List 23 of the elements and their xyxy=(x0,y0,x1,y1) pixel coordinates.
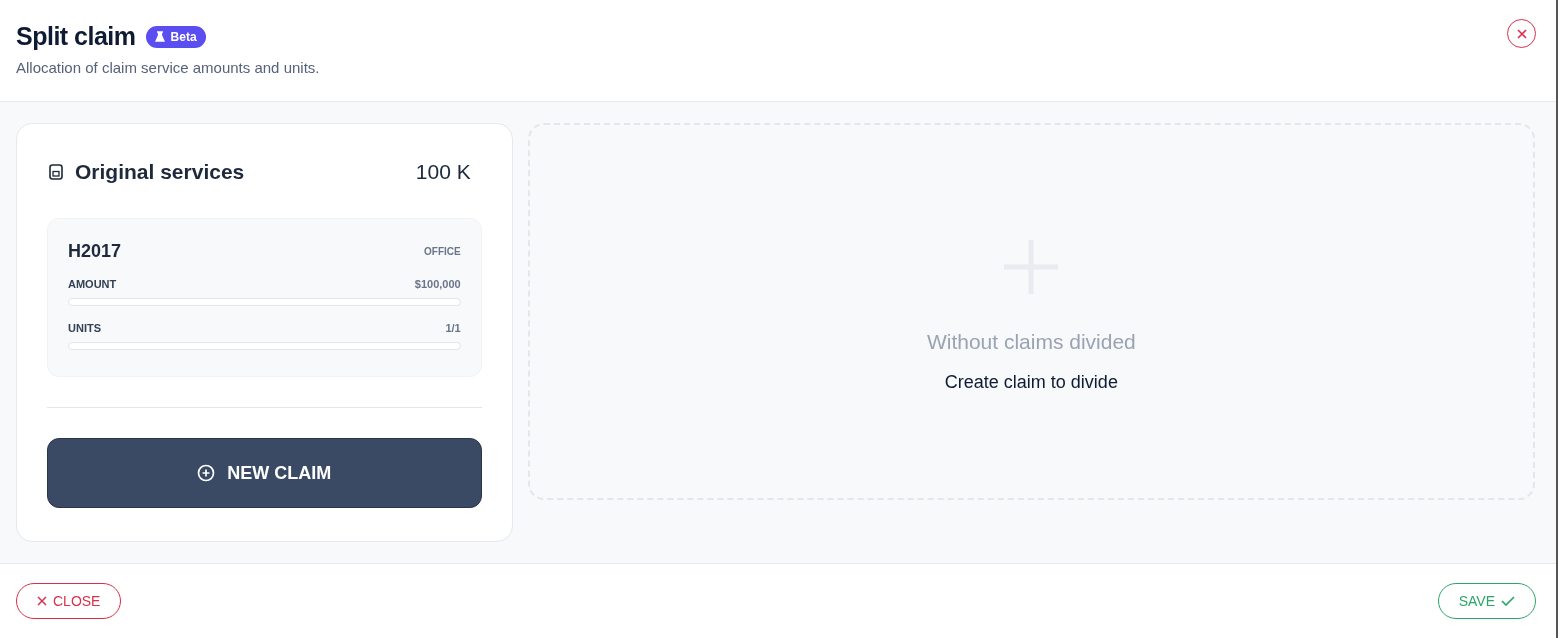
close-button[interactable]: CLOSE xyxy=(16,583,122,619)
dialog-subtitle: Allocation of claim service amounts and units. xyxy=(16,59,320,76)
dialog-title: Split claim xyxy=(16,22,136,51)
close-button[interactable] xyxy=(1507,19,1536,48)
flask-icon xyxy=(154,31,165,42)
document-icon xyxy=(49,164,63,180)
close-icon xyxy=(1515,27,1528,40)
check-icon xyxy=(1501,596,1515,606)
place-label: OFFICE xyxy=(424,246,461,257)
section-title: Original services xyxy=(75,160,246,184)
meter-reading: $100,000 xyxy=(414,278,461,290)
plus-circle-icon xyxy=(197,464,216,482)
empty-title: Without claims divided xyxy=(926,330,1136,354)
save-button[interactable]: SAVE xyxy=(1437,583,1536,619)
total-amount: 100 K xyxy=(415,160,471,184)
meter-reading: 1/1 xyxy=(445,322,461,334)
service-code: H2017 xyxy=(68,241,122,262)
badge-label: Beta xyxy=(170,29,197,44)
close-icon xyxy=(37,596,47,606)
new-claim-button[interactable]: NEW CLAIM xyxy=(47,438,482,508)
meter-label: UNITS xyxy=(68,322,101,334)
empty-hint: Create claim to divide xyxy=(944,372,1118,393)
meter-label: AMOUNT xyxy=(68,278,117,290)
